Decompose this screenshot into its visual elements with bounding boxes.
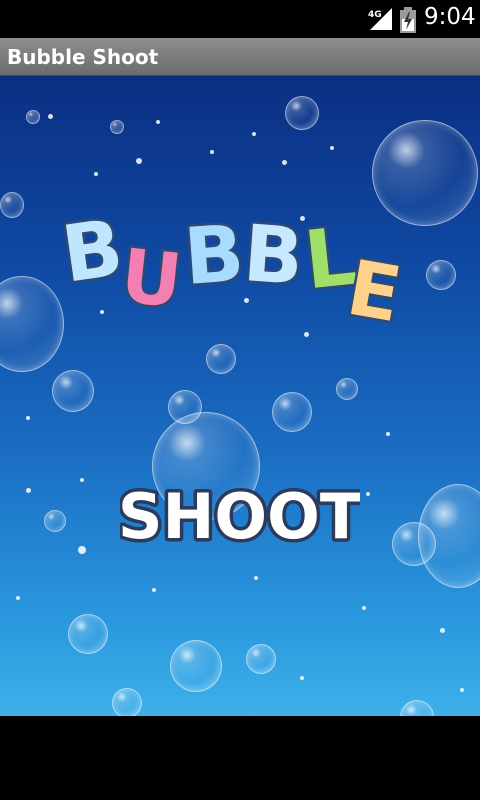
bubble — [0, 192, 24, 218]
sparkle — [282, 160, 287, 165]
bubble — [68, 614, 108, 654]
bubble — [44, 510, 66, 532]
bubble — [336, 378, 358, 400]
sparkle — [210, 150, 214, 154]
screen: 4G 9:04 Bubble Shoot B U B B L E SHOOT — [0, 0, 480, 800]
battery-icon — [400, 7, 416, 33]
sparkle — [300, 676, 304, 680]
bubble — [392, 522, 436, 566]
title-bar: Bubble Shoot — [0, 38, 480, 76]
logo-letter-b3: B — [241, 209, 307, 303]
sparkle — [330, 146, 334, 150]
bubble — [52, 370, 94, 412]
bubble — [170, 640, 222, 692]
sparkle — [156, 120, 160, 124]
game-area[interactable]: B U B B L E SHOOT — [0, 76, 480, 716]
bubble — [272, 392, 312, 432]
logo-letter-b2: B — [181, 209, 247, 303]
bubble — [168, 390, 202, 424]
sparkle — [362, 606, 366, 610]
sparkle — [78, 546, 86, 554]
logo-letter-b1: B — [58, 203, 128, 300]
bubble — [110, 120, 124, 134]
bubble — [285, 96, 319, 130]
status-bar: 4G 9:04 — [0, 0, 480, 38]
sparkle — [26, 416, 30, 420]
bubble — [400, 700, 434, 716]
bubble — [112, 688, 142, 716]
bubble — [246, 644, 276, 674]
shoot-label: SHOOT — [120, 480, 360, 553]
sparkle — [254, 576, 258, 580]
app-title: Bubble Shoot — [7, 45, 159, 69]
clock: 9:04 — [424, 4, 476, 30]
bubble — [26, 110, 40, 124]
network-type: 4G — [368, 10, 382, 20]
sparkle — [366, 492, 370, 496]
logo-letter-u: U — [117, 233, 186, 325]
signal-icon: 4G — [368, 8, 392, 30]
sparkle — [252, 132, 256, 136]
logo-shoot[interactable]: SHOOT — [120, 476, 360, 557]
bubble — [0, 276, 64, 372]
sparkle — [94, 172, 98, 176]
bubble — [206, 344, 236, 374]
sparkle — [460, 688, 464, 692]
sparkle — [48, 114, 53, 119]
sparkle — [80, 478, 84, 482]
sparkle — [26, 488, 31, 493]
bubble — [426, 260, 456, 290]
sparkle — [440, 628, 445, 633]
sparkle — [136, 158, 142, 164]
sparkle — [152, 588, 156, 592]
bottom-area — [0, 716, 480, 800]
sparkle — [16, 596, 20, 600]
sparkle — [386, 432, 390, 436]
logo-bubble: B U B B L E — [58, 201, 410, 336]
